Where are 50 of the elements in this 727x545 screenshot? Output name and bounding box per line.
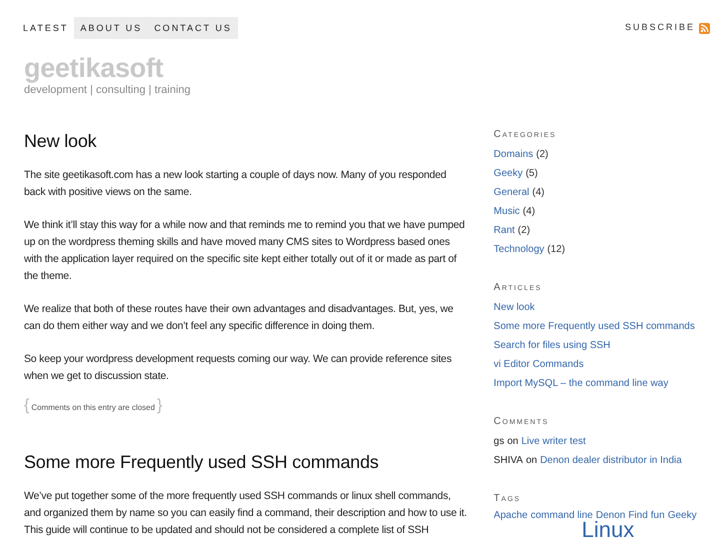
comment-author: SHIVA [494,455,523,466]
nav-link[interactable]: ABOUT US [74,17,148,39]
site-tagline: development | consulting | training [24,83,192,97]
category-link[interactable]: Music [494,206,520,217]
tag-link[interactable]: Denon [596,510,626,521]
article-link[interactable]: vi Editor Commands [494,359,584,370]
post-count: (4) [522,206,536,217]
post-title[interactable]: Some more Frequently used SSH commands [24,451,470,473]
post-title[interactable]: New look [24,130,470,152]
post-paragraph: We’ve put together some of the more frequently used SSH commands or linux shell commands, and organized them by name so you can easily find a command, their description and how to use it. This guide will continue to be updated and should not be considered a complete list of SSH [24,489,468,538]
tag-link[interactable]: fun [650,510,665,521]
category-link[interactable]: Rant [494,225,515,236]
comment-joiner: on [526,455,538,466]
tag-link[interactable]: Find [628,510,648,521]
post-meta: Comments on this entry are closed [31,402,155,414]
post-paragraph: So keep your wordpress development requests coming our way. We can provide reference sites when we get to discussion state. [24,352,453,384]
article-link[interactable]: Import MySQL – the command line way [494,378,668,389]
post-paragraph: We realize that both of these routes have their own advantages and disadvantages. But, yes, we can do them either way and we don’t feel any specific difference in doing them. [24,302,454,334]
post-count: (2) [536,149,548,160]
tag-link[interactable]: Linux [582,519,634,541]
nav-link[interactable]: LATEST [17,17,74,39]
brace: } [156,397,162,415]
comment-author: gs [494,436,504,447]
tag-link[interactable]: Apache [494,510,528,521]
article-link[interactable]: New look [494,302,535,313]
rss-icon[interactable] [699,22,710,34]
comment-post-link[interactable]: Denon dealer distributor in India [540,455,682,466]
category-link[interactable]: General [494,187,530,198]
comment-joiner: on [507,436,518,447]
nav-link[interactable]: CONTACT US [148,17,238,39]
post-paragraph: We think it’ll stay this way for a while now and that reminds me to remind you that we have pumped up on the wordpress theming skills and have moved many CMS sites to Wordpress based ones with the application layer required on the specific site kept either totally out of it or made as part of the theme. [24,218,466,284]
article-link[interactable]: Search for files using SSH [494,340,610,351]
comment-post-link[interactable]: Live writer test [521,436,586,447]
article-link[interactable]: Some more Frequently used SSH commands [494,321,695,332]
category-link[interactable]: Technology [494,244,544,255]
subscribe-link[interactable]: SUBSCRIBE [624,21,695,35]
post-count: (2) [518,225,530,236]
section-heading: Articles [494,281,543,295]
post-count: (12) [547,244,566,255]
section-heading: Tags [494,492,522,506]
brace: { [24,397,30,415]
post-count: (4) [532,187,544,198]
section-heading: Comments [494,415,550,429]
post-paragraph: The site geetikasoft.com has a new look starting a couple of days now. Many of you responded back with positive views on the same. [24,168,448,200]
section-heading: Categories [494,128,558,142]
tag-link[interactable]: Geeky [668,510,697,521]
category-link[interactable]: Domains [494,149,534,160]
category-link[interactable]: Geeky [494,168,523,179]
post-count: (5) [526,168,538,179]
tag-link[interactable]: command line [530,510,593,521]
